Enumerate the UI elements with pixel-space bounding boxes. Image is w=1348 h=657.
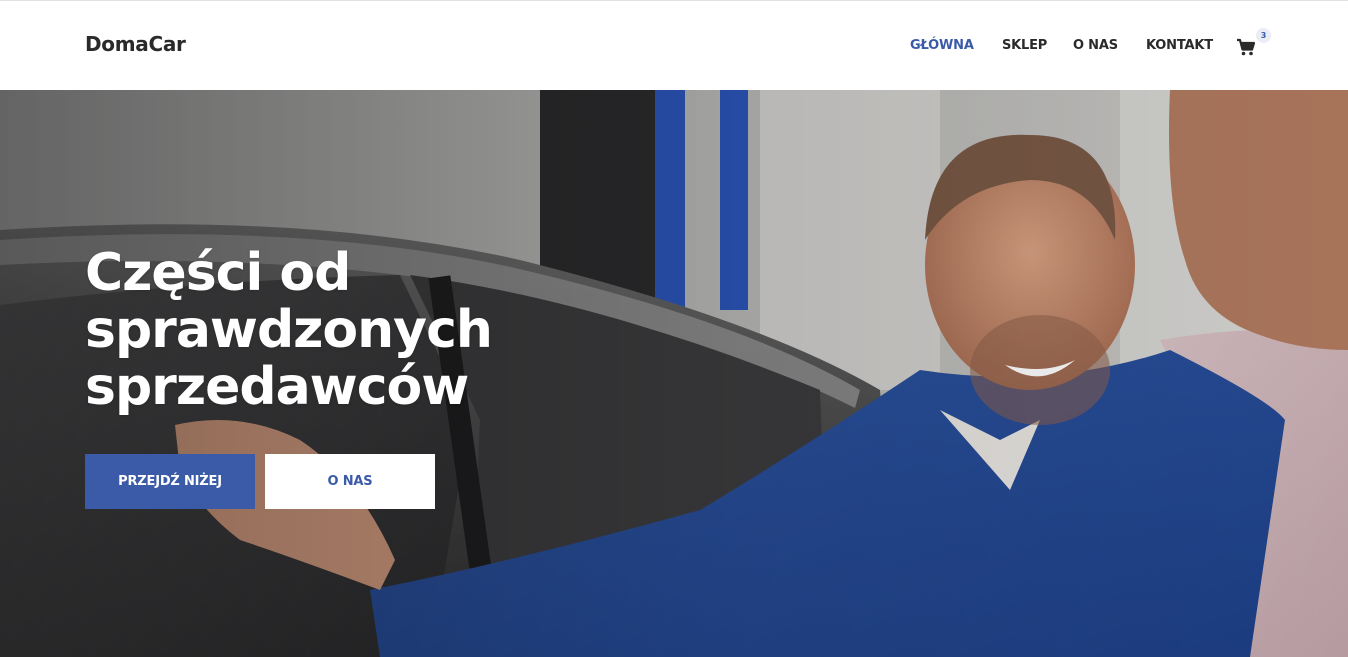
cart-count-badge: 3 xyxy=(1256,28,1271,43)
nav-item-kontakt[interactable]: KONTAKT xyxy=(1146,38,1213,54)
nav-item-glowna[interactable]: GŁÓWNA xyxy=(910,38,974,54)
nav-item-sklep[interactable]: SKLEP xyxy=(1002,38,1047,54)
headline-line-1: Części od xyxy=(85,243,351,303)
site-header: DomaCar GŁÓWNA SKLEP O NAS KONTAKT 3 xyxy=(0,1,1348,90)
headline-line-3: sprzedawców xyxy=(85,357,469,417)
about-us-button[interactable]: O NAS xyxy=(265,454,435,509)
nav-item-o-nas[interactable]: O NAS xyxy=(1073,38,1118,54)
hero-headline: Części od sprawdzonych sprzedawców xyxy=(85,245,645,416)
headline-line-2: sprawdzonych xyxy=(85,300,493,360)
logo[interactable]: DomaCar xyxy=(85,32,186,56)
hero-section: Części od sprawdzonych sprzedawców PRZEJ… xyxy=(0,90,1348,657)
shopping-cart-icon[interactable] xyxy=(1236,37,1256,57)
scroll-down-button[interactable]: PRZEJDŹ NIŻEJ xyxy=(85,454,255,509)
